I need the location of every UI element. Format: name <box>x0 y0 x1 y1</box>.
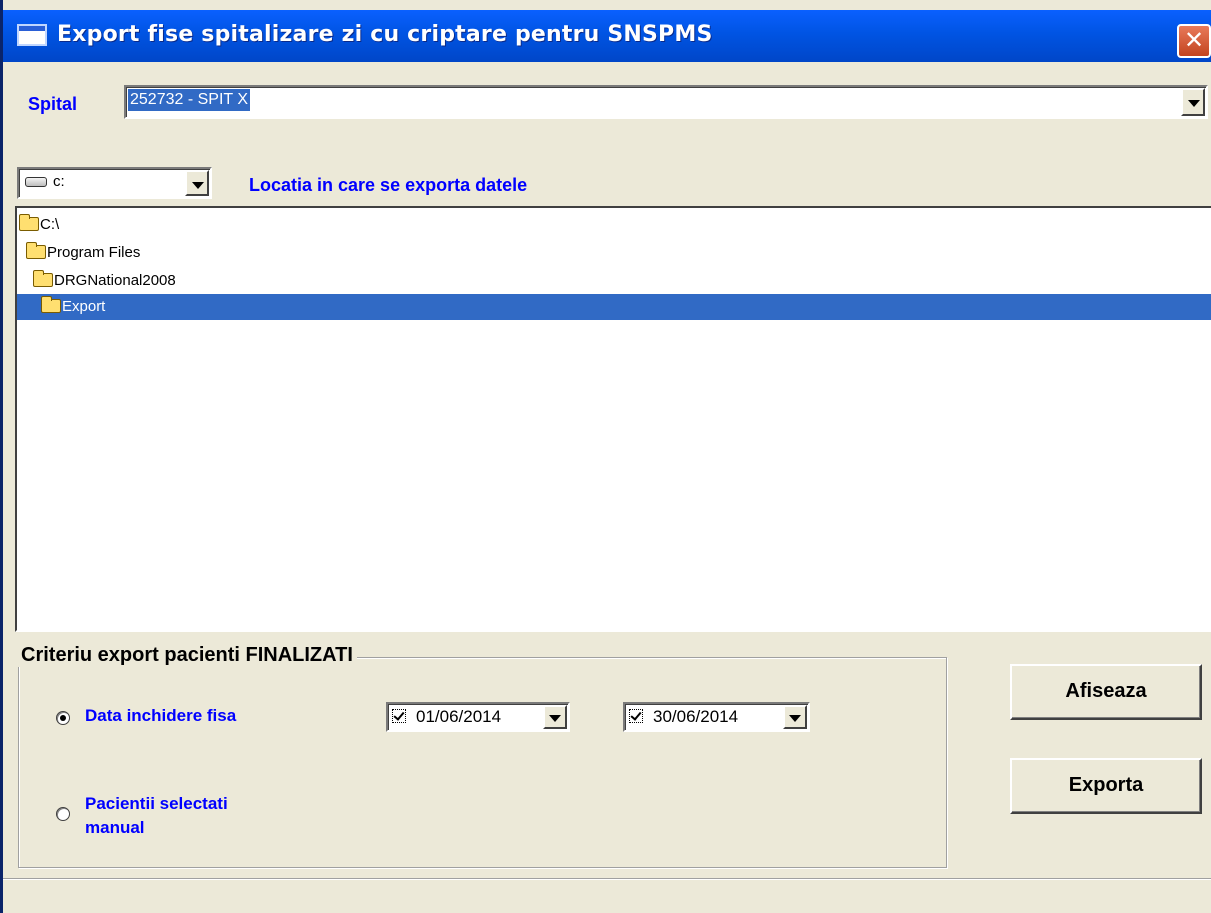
location-label: Locatia in care se exporta datele <box>249 175 528 195</box>
window-title: Export fise spitalizare zi cu criptare p… <box>57 22 713 47</box>
folder-label: Export <box>62 298 106 315</box>
criteria-title: Criteriu export pacienti FINALIZATI <box>17 644 357 667</box>
spital-combobox[interactable]: 252732 - SPIT X <box>124 85 1208 119</box>
folder-label: C:\ <box>40 216 60 233</box>
date-to-dropdown-button[interactable] <box>783 705 807 729</box>
export-window: Export fise spitalizare zi cu criptare p… <box>0 0 1211 913</box>
chevron-down-icon <box>549 715 561 722</box>
chevron-down-icon <box>789 715 801 722</box>
option-manual-line2: manual <box>85 818 145 837</box>
folder-item-export[interactable]: Export <box>17 294 1211 320</box>
drive-value: c: <box>53 173 65 190</box>
folder-label: DRGNational2008 <box>54 272 176 289</box>
folder-tree[interactable]: C:\ Program Files DRGNational2008 Export <box>15 206 1211 632</box>
date-from-checkbox[interactable] <box>392 709 406 723</box>
folder-label: Program Files <box>47 244 141 261</box>
option-manual-label[interactable]: Pacientii selectati manual <box>85 792 228 840</box>
hard-drive-icon <box>25 177 47 187</box>
radio-pacienti-manual[interactable] <box>56 807 70 821</box>
folder-item-program-files[interactable]: Program Files <box>17 240 1211 266</box>
close-icon: ✕ <box>1183 26 1205 54</box>
date-from-picker[interactable]: 01/06/2014 <box>386 702 570 732</box>
date-from-dropdown-button[interactable] <box>543 705 567 729</box>
drive-dropdown-button[interactable] <box>185 170 209 196</box>
date-to-value: 30/06/2014 <box>653 707 739 726</box>
close-button[interactable]: ✕ <box>1177 24 1211 58</box>
date-to-checkbox[interactable] <box>629 709 643 723</box>
afiseaza-button[interactable]: Afiseaza <box>1010 664 1202 720</box>
option-date-label[interactable]: Data inchidere fisa <box>85 706 236 726</box>
drive-combobox[interactable]: c: <box>17 167 212 199</box>
spital-label: Spital <box>28 94 78 114</box>
date-from-value: 01/06/2014 <box>416 707 502 726</box>
open-folder-icon <box>41 296 61 313</box>
radio-data-inchidere[interactable] <box>56 711 70 725</box>
folder-item-c-root[interactable]: C:\ <box>17 212 1211 238</box>
status-bar <box>3 878 1211 913</box>
option-manual-line1: Pacientii selectati <box>85 794 228 813</box>
folder-item-drgnational2008[interactable]: DRGNational2008 <box>17 268 1211 294</box>
open-folder-icon <box>19 214 39 231</box>
open-folder-icon <box>33 270 53 287</box>
exporta-button[interactable]: Exporta <box>1010 758 1202 814</box>
title-bar[interactable]: Export fise spitalizare zi cu criptare p… <box>3 10 1211 62</box>
spital-dropdown-button[interactable] <box>1181 88 1205 116</box>
window-icon <box>17 24 47 46</box>
open-folder-icon <box>26 242 46 259</box>
date-to-picker[interactable]: 30/06/2014 <box>623 702 810 732</box>
spital-value: 252732 - SPIT X <box>128 89 250 111</box>
